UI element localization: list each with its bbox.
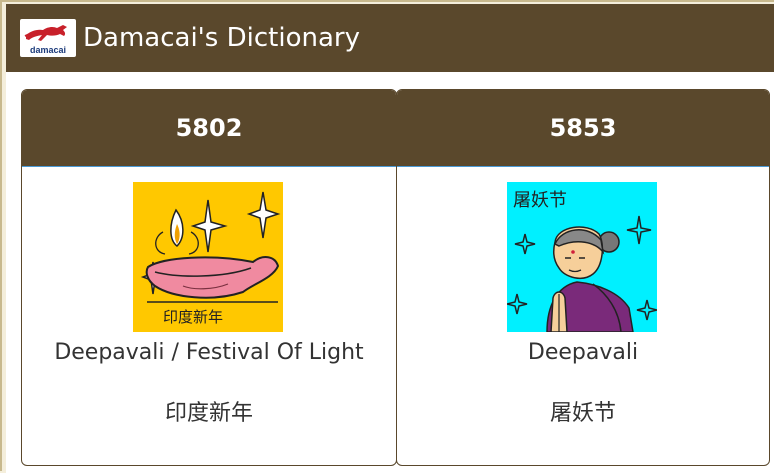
logo-text: damacai <box>29 45 67 55</box>
top-bar: damacai Damacai's Dictionary <box>6 4 774 72</box>
card-english-name: Deepavali / Festival Of Light <box>54 340 364 365</box>
app-title: Damacai's Dictionary <box>83 23 360 53</box>
damacai-logo[interactable]: damacai <box>20 19 76 57</box>
app-frame: damacai Damacai's Dictionary 5802 印度新年 D… <box>0 0 774 473</box>
red-horse-icon <box>24 25 67 41</box>
card-number: 5802 <box>22 90 396 167</box>
card-number: 5853 <box>397 90 769 167</box>
card-chinese-name: 屠妖节 <box>549 401 616 426</box>
oil-lamp-illustration: 印度新年 <box>133 182 283 332</box>
praying-woman-illustration: 屠妖节 <box>507 182 657 332</box>
image-caption: 印度新年 <box>163 308 223 326</box>
dictionary-card-5802[interactable]: 5802 印度新年 Deepavali / Festival Of Light … <box>21 89 397 466</box>
image-caption: 屠妖节 <box>513 190 567 211</box>
main-content: 5802 印度新年 Deepavali / Festival Of Light … <box>6 72 774 473</box>
card-chinese-name: 印度新年 <box>164 401 253 426</box>
card-english-name: Deepavali <box>527 340 639 365</box>
dictionary-card-5853[interactable]: 5853 屠妖节 Deepavali 屠妖节 <box>396 89 770 466</box>
